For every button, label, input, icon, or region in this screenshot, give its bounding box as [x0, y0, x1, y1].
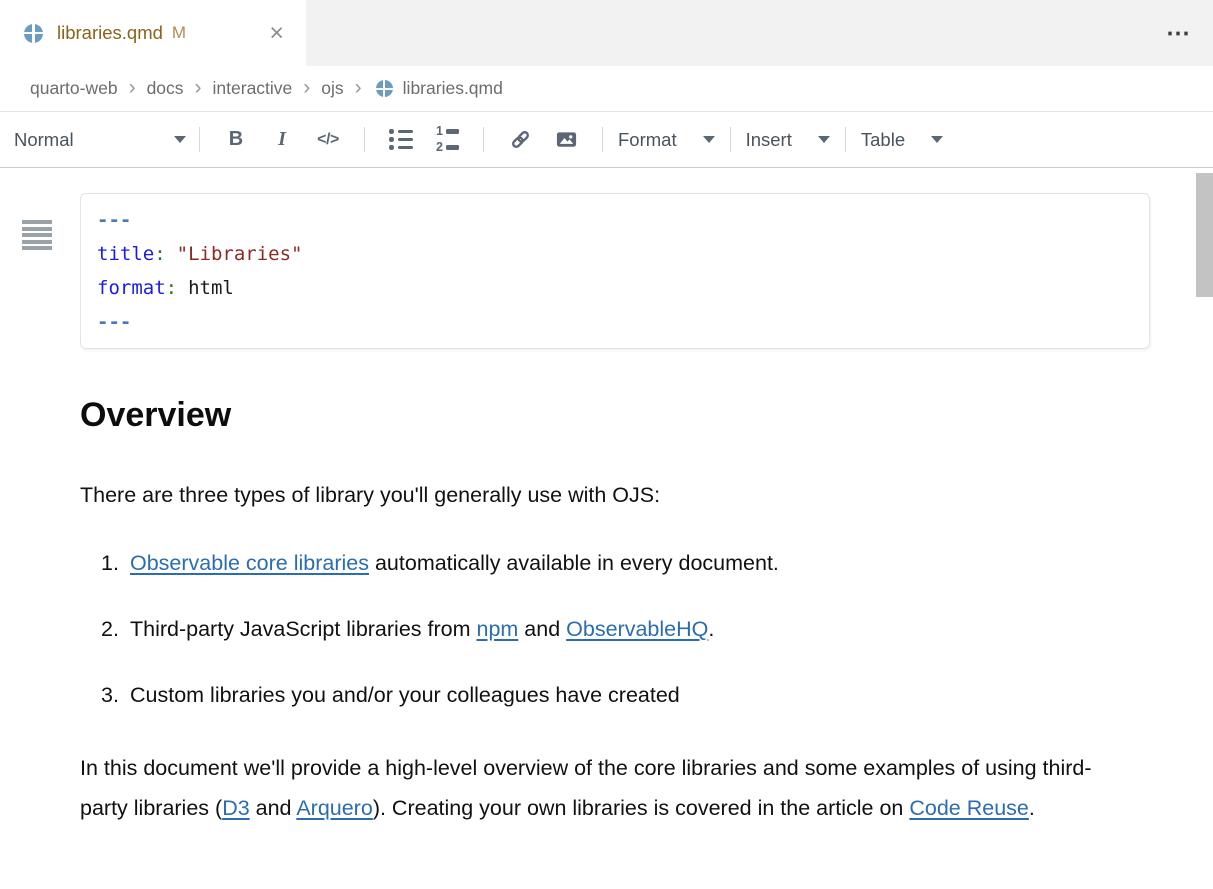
intro-paragraph: There are three types of library you'll …: [80, 481, 1213, 509]
more-actions-icon[interactable]: ⋯: [1166, 19, 1191, 48]
chevron-down-icon: [703, 136, 715, 143]
list-item: 3.Custom libraries you and/or your colle…: [80, 682, 1213, 709]
bullet-list-button[interactable]: [378, 120, 424, 160]
tab-bar: libraries.qmd M × ⋯: [0, 0, 1213, 66]
link-d3[interactable]: D3: [222, 796, 249, 820]
breadcrumb-item-ojs[interactable]: ojs: [321, 78, 343, 99]
yaml-entry-title: title:"Libraries": [97, 237, 1133, 271]
link-observable-core-libraries[interactable]: Observable core libraries: [130, 551, 369, 575]
list-number: 3.: [80, 682, 130, 709]
toolbar-divider: [602, 127, 603, 152]
chevron-right-icon: ›: [355, 77, 362, 100]
breadcrumb-item-docs[interactable]: docs: [147, 78, 184, 99]
closing-paragraph: In this document we'll provide a high-le…: [80, 748, 1092, 828]
library-types-list: 1.Observable core libraries automaticall…: [80, 550, 1213, 709]
yaml-front-matter-block[interactable]: --- title:"Libraries" format:html ---: [80, 193, 1150, 349]
editor-actions: ⋯: [1166, 0, 1191, 66]
chevron-down-icon: [931, 136, 943, 143]
italic-icon: I: [278, 128, 286, 151]
bold-icon: B: [229, 128, 243, 151]
outline-gutter-icon[interactable]: [22, 220, 52, 250]
vertical-scrollbar-thumb[interactable]: [1196, 173, 1213, 297]
chevron-right-icon: ›: [303, 77, 310, 100]
chevron-right-icon: ›: [195, 77, 202, 100]
italic-button[interactable]: I: [259, 120, 305, 160]
numbered-list-icon: 1 2: [435, 125, 459, 155]
visual-editor-surface[interactable]: --- title:"Libraries" format:html --- Ov…: [0, 193, 1213, 889]
toolbar-divider: [199, 127, 200, 152]
paragraph-style-value: Normal: [14, 129, 74, 151]
tab-libraries-qmd[interactable]: libraries.qmd M ×: [0, 0, 306, 66]
link-arquero[interactable]: Arquero: [296, 796, 373, 820]
breadcrumb-item-quarto-web[interactable]: quarto-web: [30, 78, 118, 99]
editor-window: libraries.qmd M × ⋯ quarto-web › docs › …: [0, 0, 1213, 889]
breadcrumb-item-file[interactable]: libraries.qmd: [373, 78, 503, 99]
list-item: 1.Observable core libraries automaticall…: [80, 550, 1213, 577]
yaml-fence: ---: [97, 203, 1133, 237]
yaml-fence: ---: [97, 305, 1133, 339]
image-icon: [555, 128, 578, 151]
toolbar-divider: [845, 127, 846, 152]
quarto-file-icon: [376, 80, 393, 97]
breadcrumb-item-interactive[interactable]: interactive: [213, 78, 293, 99]
numbered-list-button[interactable]: 1 2: [424, 120, 470, 160]
git-modified-badge: M: [172, 23, 186, 43]
code-icon: </>: [317, 131, 339, 149]
breadcrumb: quarto-web › docs › interactive › ojs › …: [0, 66, 1213, 112]
list-number: 2.: [80, 616, 130, 643]
link-npm[interactable]: npm: [476, 617, 518, 641]
chevron-down-icon: [818, 136, 830, 143]
section-heading-overview: Overview: [80, 395, 1213, 435]
chevron-right-icon: ›: [129, 77, 136, 100]
link-icon: [509, 128, 532, 151]
insert-menu[interactable]: Insert: [744, 129, 832, 151]
format-menu[interactable]: Format: [616, 129, 717, 151]
yaml-entry-format: format:html: [97, 271, 1133, 305]
bullet-list-icon: [389, 129, 413, 150]
list-number: 1.: [80, 550, 130, 577]
breadcrumb-filename: libraries.qmd: [403, 78, 503, 99]
toolbar-divider: [730, 127, 731, 152]
quarto-file-icon: [24, 24, 43, 43]
insert-image-button[interactable]: [543, 120, 589, 160]
bold-button[interactable]: B: [213, 120, 259, 160]
link-observablehq[interactable]: ObservableHQ: [566, 617, 708, 641]
inline-code-button[interactable]: </>: [305, 120, 351, 160]
list-item: 2.Third-party JavaScript libraries from …: [80, 616, 1213, 643]
insert-link-button[interactable]: [497, 120, 543, 160]
tab-filename: libraries.qmd: [57, 22, 163, 44]
paragraph-style-select[interactable]: Normal: [14, 129, 186, 151]
toolbar-divider: [364, 127, 365, 152]
table-menu[interactable]: Table: [859, 129, 945, 151]
close-tab-icon[interactable]: ×: [269, 21, 284, 46]
toolbar-divider: [483, 127, 484, 152]
formatting-toolbar: Normal B I </> 1 2: [0, 112, 1213, 168]
link-code-reuse[interactable]: Code Reuse: [909, 796, 1029, 820]
chevron-down-icon: [174, 136, 186, 143]
